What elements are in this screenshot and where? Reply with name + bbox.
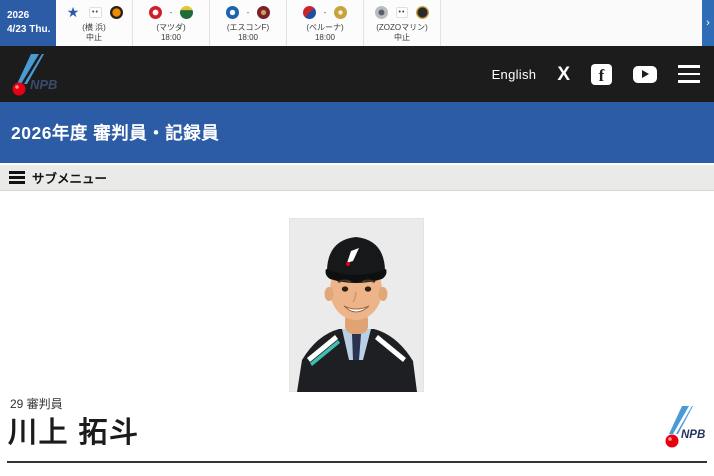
umpire-name: 川上 拓斗 xyxy=(8,417,140,449)
game-cell-mazda[interactable]: - (マツダ) 18:00 xyxy=(133,0,210,46)
game-separator: - xyxy=(169,7,173,17)
npb-watermark-logo: NPB xyxy=(662,404,710,459)
game-venue: (エスコンF) xyxy=(226,23,270,32)
ticker-date-year: 2026 xyxy=(7,10,30,21)
npb-page: 2026 4/23 Thu. ★ •• (横 浜) 中止 - (マツダ) 18:… xyxy=(0,0,714,476)
game-cell-zozomarine[interactable]: •• (ZOZOマリン) 中止 xyxy=(364,0,441,46)
menu-icon[interactable] xyxy=(678,65,700,83)
facebook-f-glyph: f xyxy=(598,65,605,85)
svg-text:NPB: NPB xyxy=(30,77,57,92)
game-status: 18:00 xyxy=(237,33,259,42)
game-status: 18:00 xyxy=(314,33,336,42)
english-link[interactable]: English xyxy=(492,67,537,82)
lions-logo xyxy=(302,6,316,19)
swallows-logo xyxy=(180,6,194,19)
game-status: 18:00 xyxy=(160,33,182,42)
game-status: 中止 xyxy=(86,33,102,42)
page-title: 2026年度 審判員・記録員 xyxy=(11,123,220,143)
game-cell-escon[interactable]: - (エスコンF) 18:00 xyxy=(210,0,287,46)
umpire-photo xyxy=(288,217,425,393)
game-venue: (マツダ) xyxy=(156,23,186,32)
game-cell-yokohama[interactable]: ★ •• (横 浜) 中止 xyxy=(56,0,133,46)
eagles-logo xyxy=(257,6,271,19)
ticker-date: 2026 4/23 Thu. xyxy=(0,0,56,46)
game-venue: (ZOZOマリン) xyxy=(376,23,428,32)
ticker-scroll-right-arrow[interactable]: › xyxy=(702,0,714,46)
youtube-icon[interactable] xyxy=(633,65,657,83)
game-separator: - xyxy=(323,7,327,17)
svg-text:NPB: NPB xyxy=(681,429,705,441)
x-twitter-icon[interactable]: X xyxy=(557,65,570,84)
divider-rule xyxy=(7,461,707,463)
facebook-icon[interactable]: f xyxy=(591,63,612,85)
site-header: NPB English X f xyxy=(0,46,714,102)
ticker-date-day: 4/23 Thu. xyxy=(7,23,51,35)
score-ticker: 2026 4/23 Thu. ★ •• (横 浜) 中止 - (マツダ) 18:… xyxy=(0,0,714,46)
page-title-bar: 2026年度 審判員・記録員 xyxy=(0,102,714,163)
game-status: 中止 xyxy=(394,33,410,42)
game-venue: (ベルーナ) xyxy=(306,23,344,32)
giants-logo xyxy=(109,6,123,19)
header-actions: English X f xyxy=(492,46,700,102)
submenu-toggle[interactable]: サブメニュー xyxy=(0,165,714,191)
hawks-logo xyxy=(416,6,430,19)
marines-logo xyxy=(374,6,388,19)
game-cancelled-mark: •• xyxy=(89,7,102,18)
game-venue: (横 浜) xyxy=(82,23,106,32)
fighters-logo xyxy=(225,6,239,19)
game-cell-belluna[interactable]: - (ベルーナ) 18:00 xyxy=(287,0,364,46)
ticker-games: ★ •• (横 浜) 中止 - (マツダ) 18:00 - (エスコンF) 18… xyxy=(56,0,441,46)
carp-logo xyxy=(148,6,162,19)
buffaloes-logo xyxy=(334,6,348,19)
game-cancelled-mark: •• xyxy=(395,7,409,18)
baystars-logo: ★ xyxy=(66,3,80,20)
submenu-icon xyxy=(9,170,25,185)
npb-logo[interactable]: NPB xyxy=(8,52,66,101)
game-separator: - xyxy=(246,7,250,17)
submenu-label: サブメニュー xyxy=(32,172,108,186)
